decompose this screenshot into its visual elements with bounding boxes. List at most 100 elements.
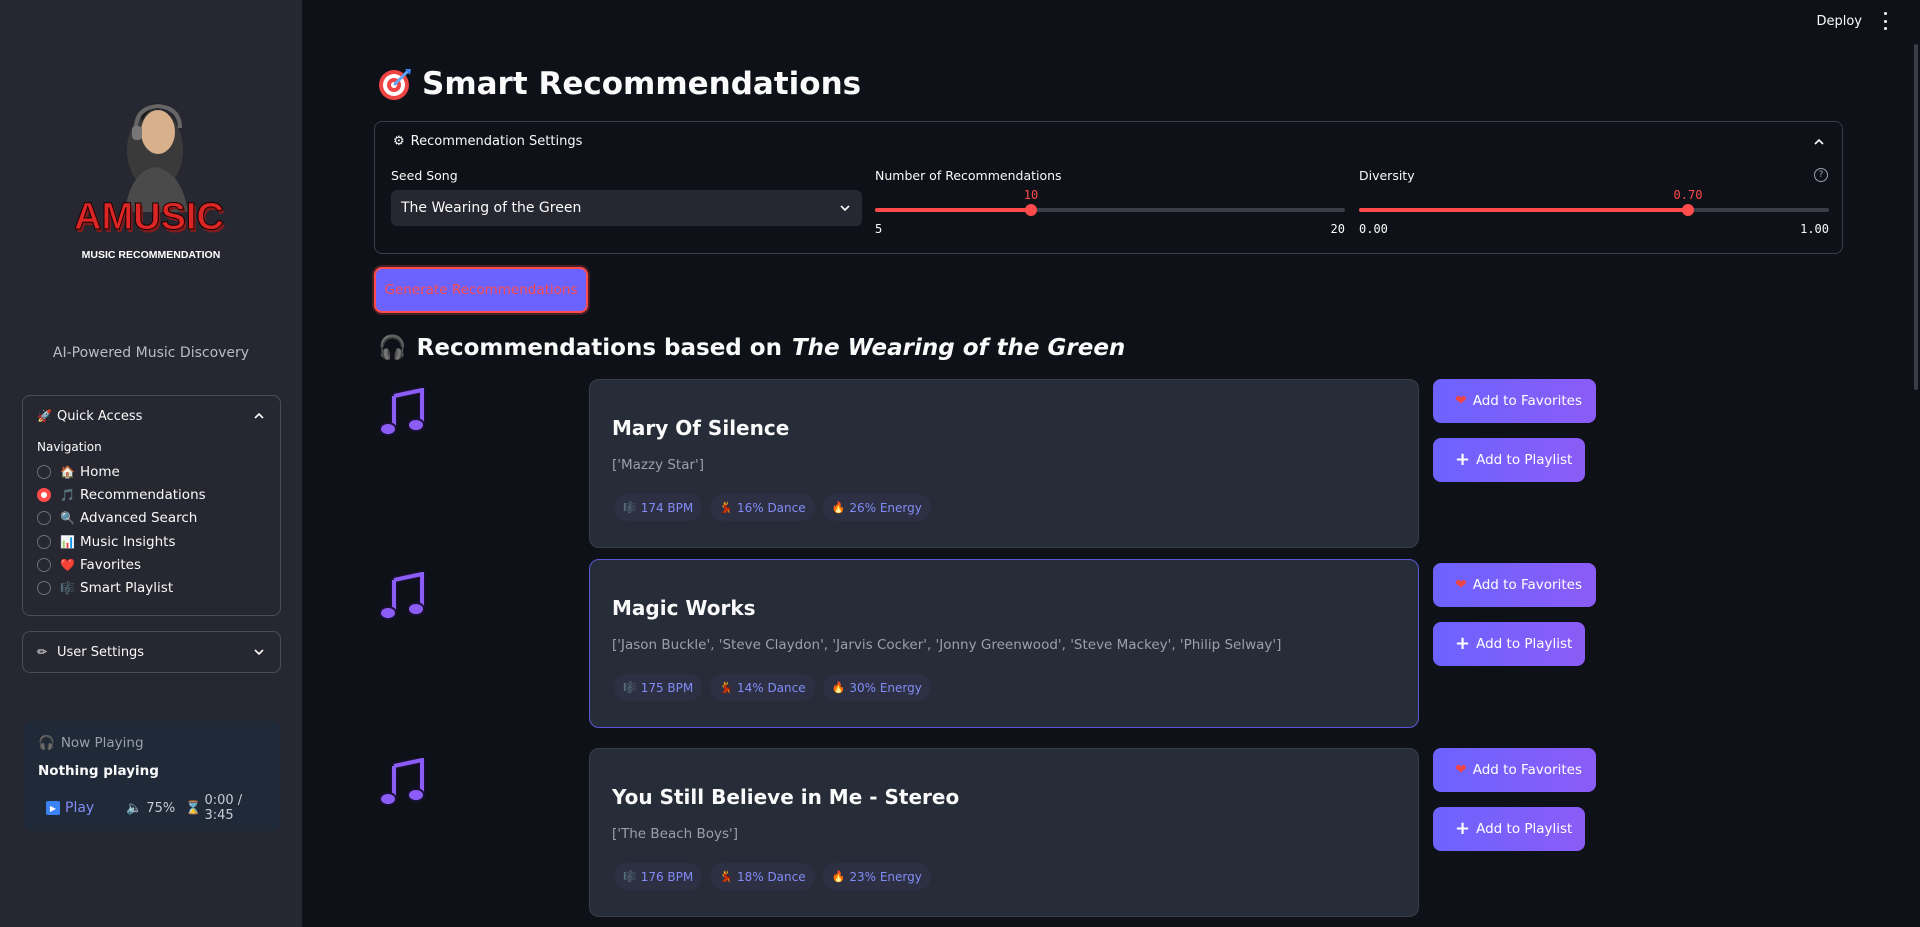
play-icon: ▶	[46, 801, 60, 815]
recommendations-heading: 🎧 Recommendations based on The Wearing o…	[378, 334, 1125, 362]
plus-icon: +	[1455, 818, 1471, 839]
song-card: Mary Of Silence ['Mazzy Star'] 🎼 174 BPM …	[589, 379, 1419, 548]
song-stats: 🎼 174 BPM 💃 16% Dance 🔥 26% Energy	[614, 494, 931, 521]
nav-item-music-insights[interactable]: 📊 Music Insights	[23, 530, 280, 553]
slider-max: 1.00	[1800, 222, 1829, 236]
radio-button[interactable]	[37, 557, 51, 572]
heart-icon: ❤	[1455, 393, 1467, 409]
page-title-text: Smart Recommendations	[422, 66, 862, 102]
song-artists: ['Jason Buckle', 'Steve Claydon', 'Jarvi…	[612, 637, 1282, 653]
dancer-icon: 💃	[719, 501, 733, 514]
seed-song-select[interactable]: The Wearing of the Green	[391, 190, 862, 226]
add-to-playlist-button[interactable]: + Add to Playlist	[1433, 438, 1585, 482]
settings-header[interactable]: ⚙ Recommendation Settings	[393, 134, 582, 149]
deploy-button[interactable]: Deploy	[1816, 14, 1862, 29]
quick-access-expander: 🚀 Quick Access Navigation 🏠 Home 🎵 Recomme…	[22, 395, 281, 616]
magnifier-icon: 🔍	[60, 511, 75, 526]
radio-button[interactable]	[37, 511, 51, 526]
scrollbar[interactable]	[1912, 0, 1920, 927]
slider-min: 0.00	[1359, 222, 1388, 236]
slider-min: 5	[875, 222, 883, 236]
nav-item-advanced-search[interactable]: 🔍 Advanced Search	[23, 507, 280, 530]
dance-value: 14% Dance	[736, 680, 806, 695]
slider-fill	[1359, 208, 1688, 212]
now-playing-song: Nothing playing	[38, 763, 159, 779]
bpm-chip: 🎼 176 BPM	[614, 863, 703, 890]
tagline: AI-Powered Music Discovery	[52, 345, 250, 361]
gear-icon: ⚙	[393, 134, 405, 149]
nav-item-favorites[interactable]: ❤️ Favorites	[23, 553, 280, 576]
quick-access-header[interactable]: 🚀 Quick Access	[23, 396, 280, 436]
radio-button[interactable]	[37, 464, 51, 479]
fire-icon: 🔥	[831, 681, 846, 694]
music-note-icon: 🎵	[60, 487, 75, 502]
chevron-up-icon[interactable]	[1812, 135, 1826, 149]
add-to-playlist-button[interactable]: + Add to Playlist	[1433, 622, 1585, 666]
chevron-up-icon[interactable]	[252, 409, 266, 423]
add-to-favorites-button[interactable]: ❤ Add to Favorites	[1433, 748, 1596, 792]
nav-item-recommendations[interactable]: 🎵 Recommendations	[23, 483, 280, 506]
bar-chart-icon: 📊	[60, 534, 75, 549]
song-title: Mary Of Silence	[612, 416, 790, 440]
dance-value: 18% Dance	[736, 869, 806, 884]
time-value: 0:00 / 3:45	[204, 793, 243, 823]
num-recommendations-slider[interactable]: 10 5 20	[875, 188, 1345, 238]
bpm-value: 174 BPM	[640, 500, 694, 515]
slider-value: 0.70	[1673, 188, 1703, 202]
music-score-icon: 🎼	[623, 681, 637, 694]
music-score-icon: 🎼	[60, 581, 75, 596]
radio-button[interactable]	[37, 534, 51, 549]
add-to-favorites-button[interactable]: ❤ Add to Favorites	[1433, 563, 1596, 607]
scrollbar-thumb[interactable]	[1914, 44, 1918, 390]
add-to-playlist-button[interactable]: + Add to Playlist	[1433, 807, 1585, 851]
fire-icon: 🔥	[831, 501, 846, 514]
user-settings-title: User Settings	[57, 644, 145, 660]
navigation-label: Navigation	[37, 440, 102, 454]
button-label: Add to Playlist	[1476, 452, 1573, 468]
sidebar: AMUSIC AMUSIC MUSIC RECOMMENDATION AI-Po…	[0, 0, 302, 927]
diversity-label: Diversity	[1359, 168, 1415, 183]
energy-chip: 🔥 26% Energy	[822, 494, 931, 521]
volume-value: 75%	[146, 800, 176, 816]
nav-item-label: Favorites	[80, 556, 141, 573]
headphones-icon: 🎧	[38, 735, 55, 751]
song-card: You Still Believe in Me - Stereo ['The B…	[589, 748, 1419, 917]
energy-chip: 🔥 23% Energy	[822, 863, 931, 890]
help-icon[interactable]: ?	[1814, 168, 1828, 182]
plus-icon: +	[1455, 449, 1471, 470]
diversity-slider[interactable]: 0.70 0.00 1.00	[1359, 188, 1829, 238]
user-settings-expander[interactable]: ✏ User Settings	[22, 631, 281, 673]
music-note-icon	[379, 388, 426, 436]
slider-thumb[interactable]	[1025, 204, 1037, 216]
nav-item-smart-playlist[interactable]: 🎼 Smart Playlist	[23, 576, 280, 599]
page-title: Smart Recommendations	[378, 66, 861, 102]
song-stats: 🎼 176 BPM 💃 18% Dance 🔥 23% Energy	[614, 863, 931, 890]
nav-item-label: Advanced Search	[80, 510, 198, 527]
song-title: You Still Believe in Me - Stereo	[612, 785, 960, 809]
music-note-icon	[379, 572, 426, 620]
dance-value: 16% Dance	[736, 500, 806, 515]
fire-icon: 🔥	[831, 870, 846, 883]
nav-item-home[interactable]: 🏠 Home	[23, 460, 280, 483]
volume-display: 🔈 75%	[126, 801, 175, 816]
user-settings-header[interactable]: ✏ User Settings	[23, 632, 280, 672]
app-logo: AMUSIC AMUSIC MUSIC RECOMMENDATION	[74, 103, 226, 261]
button-label: Add to Favorites	[1472, 393, 1582, 409]
headphones-icon: 🎧	[378, 335, 407, 361]
plus-icon: +	[1455, 633, 1471, 654]
song-title: Magic Works	[612, 596, 756, 620]
radio-button-selected[interactable]	[37, 487, 51, 502]
generate-recommendations-button[interactable]: Generate Recommendations	[374, 267, 588, 313]
play-button[interactable]: ▶ Play	[46, 800, 94, 816]
slider-thumb[interactable]	[1682, 204, 1694, 216]
button-label: Add to Favorites	[1472, 762, 1582, 778]
logo-subtext: MUSIC RECOMMENDATION	[82, 249, 221, 261]
music-score-icon: 🎼	[623, 501, 637, 514]
more-options-icon[interactable]	[1880, 12, 1890, 30]
energy-value: 23% Energy	[849, 869, 922, 884]
dance-chip: 💃 18% Dance	[710, 863, 815, 890]
chevron-down-icon[interactable]	[252, 645, 266, 659]
add-to-favorites-button[interactable]: ❤ Add to Favorites	[1433, 379, 1596, 423]
radio-button[interactable]	[37, 581, 51, 596]
pencil-icon: ✏	[37, 645, 48, 659]
